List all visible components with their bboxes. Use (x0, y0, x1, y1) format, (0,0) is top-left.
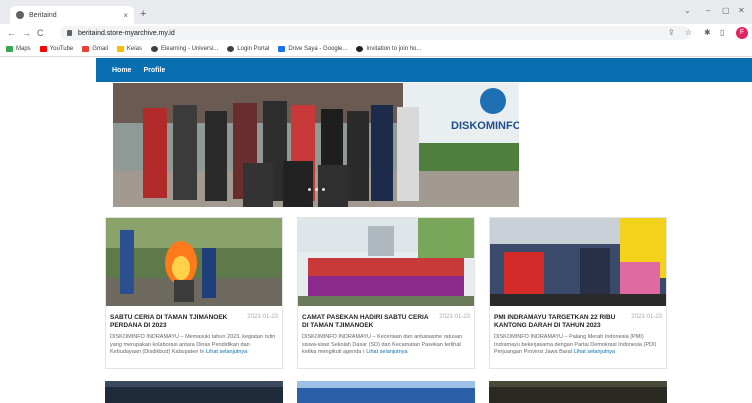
nav-home-link[interactable]: Home (112, 67, 131, 74)
site-navbar: Home Profile (96, 58, 752, 82)
maximize-icon[interactable]: ▢ (722, 6, 730, 15)
bookmark-gmail[interactable]: Gmail (82, 46, 108, 52)
bookmark-label: YouTube (49, 46, 74, 52)
tab-close-icon[interactable]: × (123, 11, 128, 20)
news-title[interactable]: PMI INDRAMAYU TARGETKAN 22 RIBU KANTONG … (494, 314, 624, 330)
bookmark-drive[interactable]: Drive Saya - Google... (278, 46, 347, 52)
github-icon (356, 46, 364, 52)
site-favicon-icon (16, 11, 24, 19)
news-title[interactable]: SABTU CERIA DI TAMAN TJIMANOEK PERDANA D… (110, 314, 240, 330)
new-tab-icon[interactable]: + (140, 7, 146, 21)
bookmark-maps[interactable]: Maps (6, 46, 31, 52)
carousel-dot[interactable] (307, 188, 311, 191)
side-panel-icon[interactable]: ▯ (720, 28, 724, 38)
carousel-indicators (113, 188, 519, 191)
youtube-icon (39, 46, 47, 52)
bookmark-kelas[interactable]: Kelas (116, 46, 142, 52)
bookmarks-bar: Maps YouTube Gmail Kelas Elearning - Uni… (0, 42, 752, 57)
news-card[interactable]: SABTU CERIA DI TAMAN TJIMANOEK PERDANA D… (105, 217, 283, 369)
news-card-partial[interactable] (489, 381, 667, 403)
read-more-link[interactable]: Lihat selanjutnya (574, 349, 615, 355)
news-excerpt: DISKOMINFO INDRAMAYU – Keceriaan dan ant… (298, 330, 474, 357)
news-card[interactable]: PMI INDRAMAYU TARGETKAN 22 RIBU KANTONG … (489, 217, 667, 369)
bookmark-label: Gmail (92, 46, 108, 52)
news-card-partial[interactable] (105, 381, 283, 403)
nav-profile-link[interactable]: Profile (143, 67, 165, 74)
extensions-icon[interactable]: ✱ (704, 28, 711, 38)
close-window-icon[interactable]: ✕ (738, 6, 745, 15)
bookmark-label: Login Portal (237, 46, 270, 52)
news-image (105, 381, 283, 403)
bookmark-label: Invitation to join ho... (366, 46, 422, 52)
bookmark-label: Elearning - Universi... (160, 46, 219, 52)
map-pin-icon (6, 46, 13, 52)
news-excerpt: DISKOMINFO INDRAMAYU – Memasuki tahun 20… (106, 330, 282, 357)
share-icon[interactable]: ⇪ (668, 28, 675, 38)
bookmark-star-icon[interactable]: ☆ (685, 28, 692, 38)
news-excerpt: DISKOMINFO INDRAMAYU – Palang Merah Indo… (490, 330, 666, 357)
news-title[interactable]: CAMAT PASEKAN HADIRI SABTU CERIA DI TAMA… (302, 314, 432, 330)
back-icon[interactable]: ← (7, 27, 16, 39)
news-excerpt-text: DISKOMINFO INDRAMAYU – Memasuki tahun 20… (110, 334, 276, 355)
carousel-dot[interactable] (321, 188, 325, 191)
globe-icon (227, 46, 235, 52)
url-text: beritaind.store-myarchive.my.id (78, 29, 175, 37)
news-date: 2023-01-23 (247, 314, 278, 320)
minimize-icon[interactable]: – (706, 6, 710, 15)
forward-icon[interactable]: → (22, 27, 31, 39)
hero-carousel[interactable]: DISKOMINFO (113, 83, 519, 207)
news-image (106, 218, 282, 306)
news-image (297, 381, 475, 403)
news-date: 2023-01-23 (631, 314, 662, 320)
browser-tab[interactable]: Beritaind × (10, 6, 134, 24)
bookmark-label: Drive Saya - Google... (288, 46, 348, 52)
reload-icon[interactable]: C (37, 27, 44, 39)
lock-icon (67, 30, 72, 36)
news-card-partial[interactable] (297, 381, 475, 403)
read-more-link[interactable]: Lihat selanjutnya (206, 349, 247, 355)
carousel-dot[interactable] (314, 188, 318, 191)
bookmark-elearning[interactable]: Elearning - Universi... (150, 46, 219, 52)
gmail-icon (82, 46, 90, 52)
browser-tab-bar: Beritaind × + ⌄ – ▢ ✕ (0, 0, 752, 24)
drive-icon (278, 46, 286, 52)
bookmark-label: Kelas (126, 46, 142, 52)
hero-sign-text: DISKOMINFO (451, 120, 519, 132)
bookmark-label: Maps (16, 46, 31, 52)
tab-title: Beritaind (29, 11, 57, 19)
classroom-icon (116, 46, 124, 52)
news-image (489, 381, 667, 403)
globe-icon (150, 46, 158, 52)
news-image (298, 218, 474, 306)
bookmark-github[interactable]: Invitation to join ho... (356, 46, 421, 52)
bookmark-login-portal[interactable]: Login Portal (227, 46, 269, 52)
news-card[interactable]: CAMAT PASEKAN HADIRI SABTU CERIA DI TAMA… (297, 217, 475, 369)
address-bar[interactable]: beritaind.store-myarchive.my.id (60, 26, 690, 40)
tab-search-icon[interactable]: ⌄ (684, 6, 691, 15)
browser-toolbar: ← → C beritaind.store-myarchive.my.id ⇪ … (0, 24, 752, 42)
news-image (490, 218, 666, 306)
read-more-link[interactable]: Lihat selanjutnya (366, 349, 407, 355)
profile-avatar[interactable]: F (736, 27, 748, 39)
bookmark-youtube[interactable]: YouTube (39, 46, 74, 52)
news-date: 2023-01-23 (439, 314, 470, 320)
